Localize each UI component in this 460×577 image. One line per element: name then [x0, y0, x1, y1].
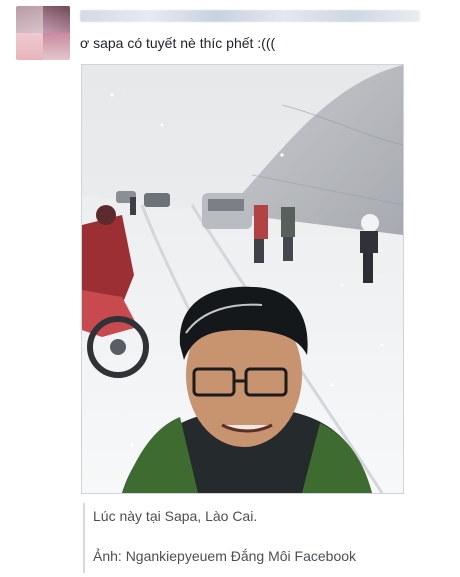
- avatar[interactable]: [16, 6, 70, 60]
- blurred-author-name: [80, 10, 420, 22]
- post-status-text: ơ sapa có tuyết nè thíc phết :(((: [80, 35, 276, 51]
- avatar-tile: [16, 33, 43, 60]
- photo-caption: Lúc này tại Sapa, Lào Cai. Ảnh: Ngankiep…: [83, 503, 403, 573]
- post-photo[interactable]: [81, 64, 404, 494]
- caption-location: Lúc này tại Sapa, Lào Cai.: [93, 508, 258, 524]
- avatar-tile: [43, 6, 70, 33]
- snow-selfie-photo-icon: [82, 65, 403, 493]
- caption-credit: Ảnh: Ngankiepyeuem Đắng Môi Facebook: [93, 548, 357, 564]
- facebook-post: ơ sapa có tuyết nè thíc phết :(((Lúc nà…: [0, 0, 460, 577]
- avatar-tile: [16, 6, 43, 33]
- avatar-tile: [43, 33, 70, 60]
